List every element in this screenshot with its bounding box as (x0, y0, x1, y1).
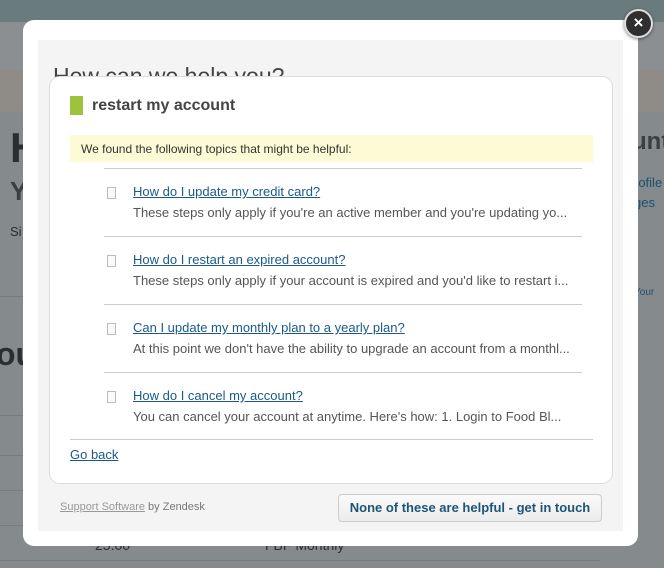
article-link[interactable]: How do I update my credit card? (133, 184, 320, 199)
search-query: restart my account (70, 96, 235, 115)
divider (70, 439, 593, 440)
list-item: Can I update my monthly plan to a yearly… (104, 305, 582, 373)
document-icon (107, 323, 116, 335)
article-link[interactable]: Can I update my monthly plan to a yearly… (133, 320, 405, 335)
support-software-link[interactable]: Support Software (60, 501, 145, 513)
footer-credit: Support Software by Zendesk (60, 501, 205, 513)
close-icon[interactable]: × (624, 9, 653, 38)
help-panel: How can we help you? restart my account … (38, 40, 623, 531)
help-modal: How can we help you? restart my account … (23, 20, 638, 546)
results-card: restart my account We found the followin… (49, 76, 613, 484)
article-snippet: These steps only apply if your account i… (133, 273, 569, 288)
get-in-touch-button[interactable]: None of these are helpful - get in touch (338, 494, 602, 522)
bg-text: Si (10, 224, 22, 239)
query-marker-icon (70, 96, 83, 115)
document-icon (107, 255, 116, 267)
results-list: How do I update my credit card? These st… (104, 168, 582, 441)
document-icon (107, 187, 116, 199)
results-notice: We found the following topics that might… (70, 135, 593, 162)
article-link[interactable]: How do I cancel my account? (133, 388, 303, 403)
bg-profile-link[interactable]: rofile (634, 175, 662, 190)
bg-row-line (0, 560, 600, 561)
list-item: How do I cancel my account? You can canc… (104, 373, 582, 441)
list-item: How do I restart an expired account? The… (104, 237, 582, 305)
query-text: restart my account (92, 96, 236, 114)
top-bar (0, 0, 664, 22)
article-snippet: These steps only apply if you're an acti… (133, 205, 568, 220)
article-snippet: At this point we don't have the ability … (133, 341, 570, 356)
go-back-link[interactable]: Go back (70, 447, 118, 462)
article-link[interactable]: How do I restart an expired account? (133, 252, 345, 267)
list-item: How do I update my credit card? These st… (104, 169, 582, 237)
document-icon (107, 391, 116, 403)
article-snippet: You can cancel your account at anytime. … (133, 409, 562, 424)
footer-text: by Zendesk (145, 501, 205, 513)
